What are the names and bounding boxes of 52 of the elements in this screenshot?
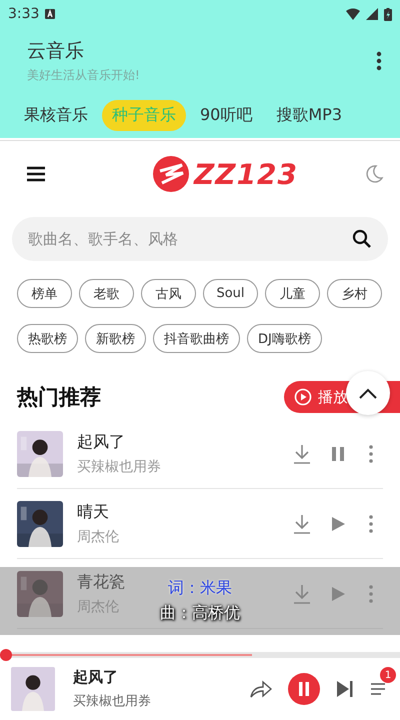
source-tab[interactable]: 果核音乐: [14, 100, 98, 130]
lyric-line: 词：米果: [168, 578, 232, 599]
logo-icon: [152, 155, 190, 193]
song-artist: 周杰伦: [77, 528, 119, 546]
category-tag[interactable]: Soul: [203, 279, 258, 308]
song-title: 晴天: [77, 502, 109, 522]
song-title: 起风了: [77, 432, 125, 452]
download-icon[interactable]: [293, 584, 311, 604]
category-tag[interactable]: 乡村: [327, 279, 382, 308]
source-tab[interactable]: 搜歌MP3: [266, 100, 352, 130]
category-tag[interactable]: 榜单: [17, 279, 72, 308]
pause-icon[interactable]: [331, 446, 345, 462]
share-icon[interactable]: [250, 680, 272, 698]
play-icon[interactable]: [331, 516, 345, 532]
play-icon[interactable]: [331, 586, 345, 602]
category-tag[interactable]: 新歌榜: [85, 324, 146, 353]
more-icon[interactable]: [376, 51, 382, 71]
category-tag[interactable]: 抖音歌曲榜: [153, 324, 240, 353]
now-playing-title: 起风了: [73, 668, 118, 687]
category-tag[interactable]: 热歌榜: [17, 324, 78, 353]
download-icon[interactable]: [293, 444, 311, 464]
search-icon[interactable]: [352, 229, 372, 249]
play-circle-icon: [294, 388, 312, 406]
chevron-up-icon: [358, 387, 378, 399]
play-pause-button[interactable]: [288, 673, 320, 705]
source-tab[interactable]: 90听吧: [190, 100, 262, 130]
progress-handle[interactable]: [0, 649, 12, 661]
section-title: 热门推荐: [17, 384, 102, 411]
song-artist: 买辣椒也用券: [77, 458, 161, 476]
song-title: 青花瓷: [77, 572, 125, 592]
moon-icon[interactable]: [364, 164, 384, 184]
category-tag[interactable]: DJ嗨歌榜: [247, 324, 322, 353]
app-subtitle: 美好生活从音乐开始!: [27, 67, 141, 84]
battery-icon: [384, 8, 392, 20]
category-tag[interactable]: 儿童: [265, 279, 320, 308]
app-title: 云音乐: [27, 39, 85, 64]
signal-icon: [366, 8, 378, 20]
queue-count-badge: 1: [380, 667, 396, 683]
category-tag[interactable]: 老歌: [79, 279, 134, 308]
download-icon[interactable]: [293, 514, 311, 534]
next-icon[interactable]: [336, 680, 354, 698]
notification-icon: [45, 9, 56, 19]
playlist-icon[interactable]: [370, 681, 388, 697]
now-playing-artist: 买辣椒也用券: [73, 693, 151, 710]
status-time: 3:33: [8, 6, 40, 22]
logo-text: ZZ123: [194, 158, 298, 190]
category-tag[interactable]: 古风: [141, 279, 196, 308]
wifi-icon: [346, 8, 360, 20]
search-field[interactable]: 歌曲名、歌手名、风格: [12, 217, 388, 261]
menu-icon[interactable]: [26, 166, 46, 182]
scroll-top-button[interactable]: [346, 371, 390, 415]
pause-icon: [298, 682, 310, 696]
